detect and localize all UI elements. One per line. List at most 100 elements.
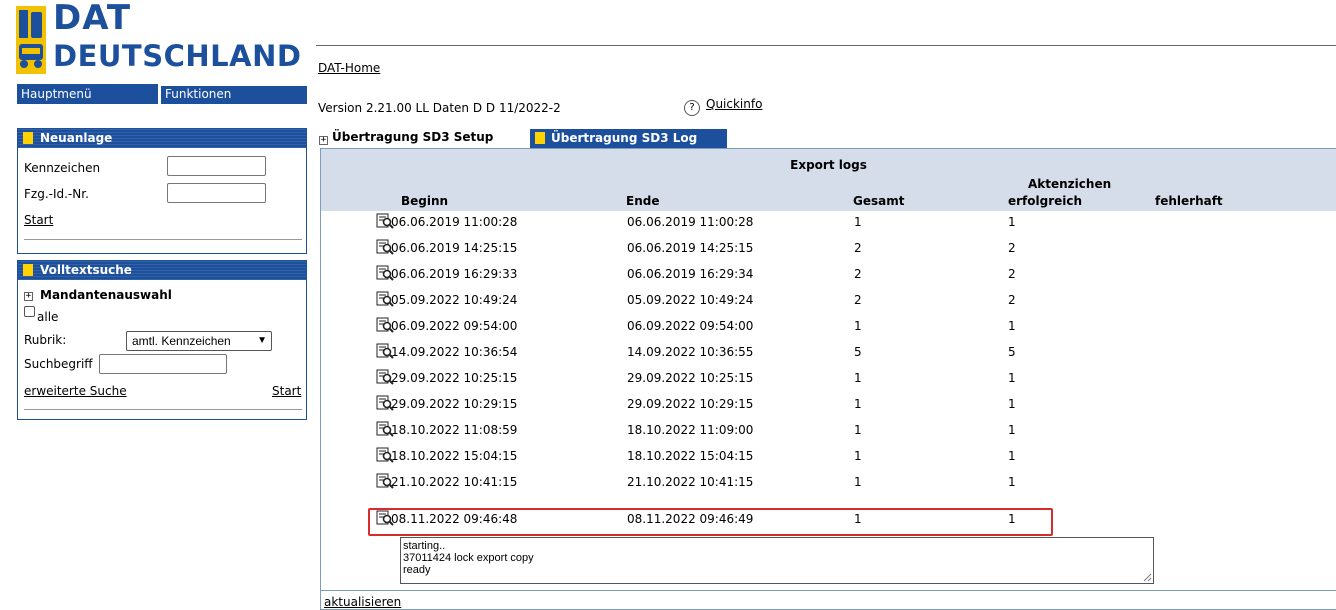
row-gesamt: 2: [854, 241, 862, 255]
log-detail-line: ready: [403, 564, 431, 576]
tab-sd3-log[interactable]: Übertragung SD3 Log: [530, 129, 727, 148]
neuanlage-start-link[interactable]: Start: [24, 213, 53, 227]
quickinfo-label: Quickinfo: [706, 97, 763, 111]
yellow-square-icon: [535, 132, 545, 144]
row-gesamt: 2: [854, 267, 862, 281]
question-circle-icon: ?: [684, 100, 700, 116]
row-ende: 18.10.2022 15:04:15: [627, 449, 754, 463]
row-gesamt: 1: [854, 371, 862, 385]
divider: [24, 239, 302, 240]
row-ende: 06.06.2019 11:00:28: [627, 215, 754, 229]
table-row[interactable]: 29.09.2022 10:25:15 29.09.2022 10:25:15 …: [321, 367, 1336, 393]
row-beginn: 14.09.2022 10:36:54: [391, 345, 518, 359]
volltext-start-link[interactable]: Start: [272, 384, 301, 398]
row-erfolgreich: 2: [1008, 241, 1016, 255]
alle-checkbox[interactable]: [24, 306, 35, 317]
rubrik-label: Rubrik:: [24, 333, 67, 347]
kennzeichen-input[interactable]: [167, 156, 266, 176]
neuanlage-panel: Neuanlage Kennzeichen Fzg.-Id.-Nr. Start: [17, 128, 307, 254]
row-erfolgreich: 2: [1008, 293, 1016, 307]
row-beginn: 21.10.2022 10:41:15: [391, 475, 518, 489]
log-detail-line: starting..: [403, 540, 446, 552]
kennzeichen-label: Kennzeichen: [24, 161, 101, 175]
yellow-square-icon: [23, 264, 33, 276]
tab-sd3-setup-label: Übertragung SD3 Setup: [332, 130, 494, 144]
export-logs-title: Export logs: [790, 158, 867, 172]
table-row[interactable]: 18.10.2022 15:04:15 18.10.2022 15:04:15 …: [321, 445, 1336, 471]
footer-divider: [320, 590, 1336, 591]
row-ende: 29.09.2022 10:25:15: [627, 371, 754, 385]
log-table-header: Export logs Beginn Ende Gesamt Aktenzich…: [321, 149, 1336, 211]
erweiterte-suche-link[interactable]: erweiterte Suche: [24, 384, 127, 398]
log-detail-textarea[interactable]: starting.. 37011424 lock export copy rea…: [400, 537, 1154, 584]
row-erfolgreich: 1: [1008, 397, 1016, 411]
logo-text-dat: DAT: [53, 0, 132, 38]
neuanlage-title: Neuanlage: [40, 131, 113, 145]
row-ende: 06.06.2019 14:25:15: [627, 241, 754, 255]
row-ende: 05.09.2022 10:49:24: [627, 293, 754, 307]
expand-plus-icon[interactable]: +: [24, 292, 33, 301]
dat-home-link[interactable]: DAT-Home: [318, 61, 380, 75]
row-ende: 18.10.2022 11:09:00: [627, 423, 754, 437]
menu-hauptmenu[interactable]: Hauptmenü: [17, 84, 158, 104]
version-info: Version 2.21.00 LL Daten D D 11/2022-2: [318, 101, 561, 115]
row-gesamt: 1: [854, 423, 862, 437]
table-row[interactable]: 14.09.2022 10:36:54 14.09.2022 10:36:55 …: [321, 341, 1336, 367]
row-gesamt: 1: [854, 215, 862, 229]
row-beginn: 06.09.2022 09:54:00: [391, 319, 518, 333]
row-erfolgreich: 1: [1008, 215, 1016, 229]
mandantenauswahl-label: Mandantenauswahl: [40, 288, 172, 302]
row-ende: 06.09.2022 09:54:00: [627, 319, 754, 333]
expand-plus-icon: +: [319, 135, 328, 145]
row-beginn: 05.09.2022 10:49:24: [391, 293, 518, 307]
row-ende: 14.09.2022 10:36:55: [627, 345, 754, 359]
row-gesamt: 1: [854, 475, 862, 489]
divider: [24, 409, 302, 410]
table-row[interactable]: 06.06.2019 11:00:28 06.06.2019 11:00:28 …: [321, 211, 1336, 237]
tab-sd3-log-label: Übertragung SD3 Log: [551, 131, 698, 145]
resize-grip-icon[interactable]: [1143, 573, 1152, 582]
table-row[interactable]: 18.10.2022 11:08:59 18.10.2022 11:09:00 …: [321, 419, 1336, 445]
row-gesamt: 1: [854, 319, 862, 333]
row-gesamt: 5: [854, 345, 862, 359]
fzg-id-input[interactable]: [167, 183, 266, 203]
row-gesamt: 2: [854, 293, 862, 307]
table-row[interactable]: 29.09.2022 10:29:15 29.09.2022 10:29:15 …: [321, 393, 1336, 419]
neuanlage-header: Neuanlage: [18, 129, 306, 148]
table-row[interactable]: 05.09.2022 10:49:24 05.09.2022 10:49:24 …: [321, 289, 1336, 315]
row-erfolgreich: 1: [1008, 371, 1016, 385]
row-erfolgreich: 2: [1008, 267, 1016, 281]
row-erfolgreich: 5: [1008, 345, 1016, 359]
row-beginn: 18.10.2022 15:04:15: [391, 449, 518, 463]
col-ende: Ende: [626, 194, 660, 208]
row-erfolgreich: 1: [1008, 423, 1016, 437]
volltextsuche-title: Volltextsuche: [40, 263, 132, 277]
table-row[interactable]: 21.10.2022 10:41:15 21.10.2022 10:41:15 …: [321, 471, 1336, 497]
col-aktenzichen: Aktenzichen: [1028, 177, 1112, 191]
col-gesamt: Gesamt: [853, 194, 905, 208]
col-fehlerhaft: fehlerhaft: [1155, 194, 1223, 208]
col-beginn: Beginn: [401, 194, 449, 208]
menu-funktionen[interactable]: Funktionen: [161, 84, 307, 104]
table-row[interactable]: 06.09.2022 09:54:00 06.09.2022 09:54:00 …: [321, 315, 1336, 341]
table-row[interactable]: 06.06.2019 14:25:15 06.06.2019 14:25:15 …: [321, 237, 1336, 263]
yellow-square-icon: [23, 132, 33, 144]
log-detail-line: 37011424 lock export copy: [403, 552, 534, 564]
row-beginn: 06.06.2019 11:00:28: [391, 215, 518, 229]
table-row[interactable]: 06.06.2019 16:29:33 06.06.2019 16:29:34 …: [321, 263, 1336, 289]
header-divider: [316, 45, 1336, 46]
fzg-id-label: Fzg.-Id.-Nr.: [24, 187, 89, 201]
logo-text-deutschland: DEUTSCHLAND: [53, 39, 302, 73]
quickinfo-link[interactable]: ? Quickinfo: [684, 97, 762, 116]
rubrik-select[interactable]: amtl. Kennzeichen ▼: [126, 331, 272, 351]
tab-sd3-setup[interactable]: + Übertragung SD3 Setup: [319, 130, 494, 145]
row-beginn: 29.09.2022 10:25:15: [391, 371, 518, 385]
col-erfolgreich: erfolgreich: [1008, 194, 1083, 208]
suchbegriff-input[interactable]: [99, 354, 227, 374]
aktualisieren-link[interactable]: aktualisieren: [324, 595, 401, 609]
row-ende: 29.09.2022 10:29:15: [627, 397, 754, 411]
row-ende: 06.06.2019 16:29:34: [627, 267, 754, 281]
main-menu-bar: Hauptmenü Funktionen: [17, 84, 307, 104]
row-beginn: 29.09.2022 10:29:15: [391, 397, 518, 411]
row-erfolgreich: 1: [1008, 449, 1016, 463]
